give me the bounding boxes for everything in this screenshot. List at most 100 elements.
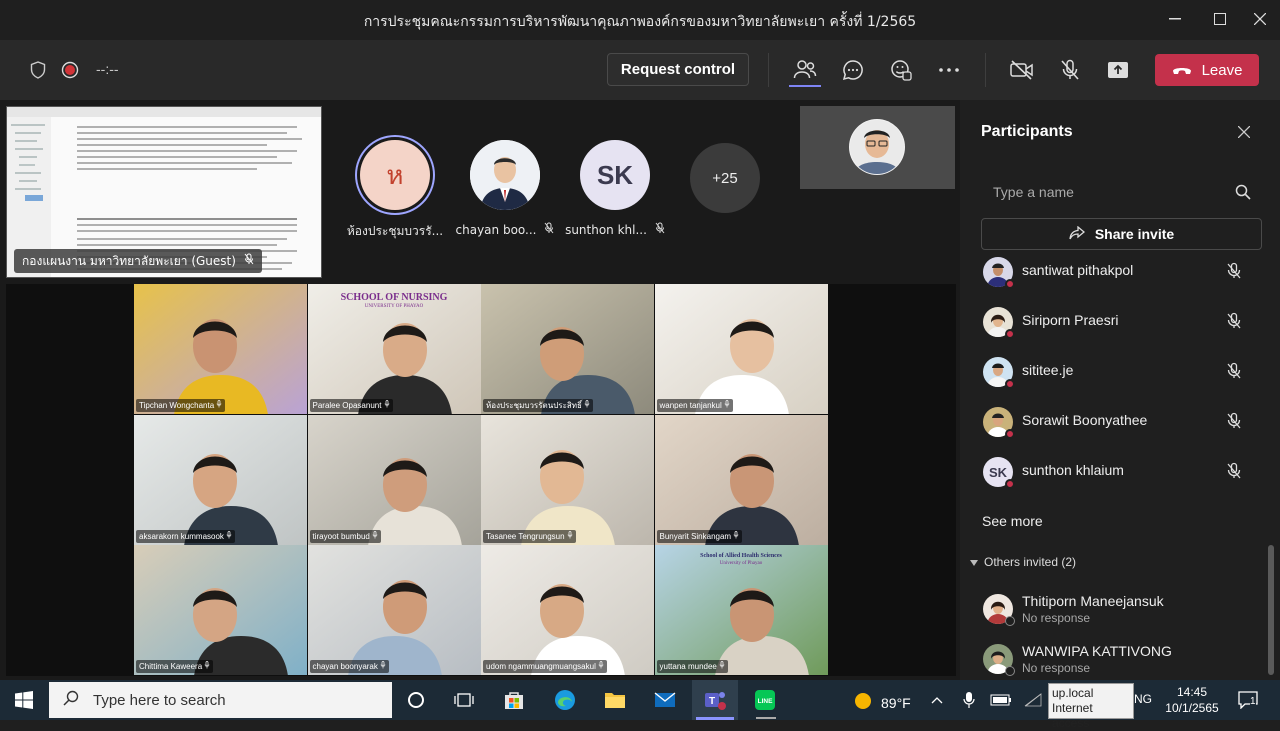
search-icon <box>63 690 79 710</box>
task-view-icon[interactable] <box>452 688 476 712</box>
video-tile[interactable]: Tipchan Wongchanta <box>134 284 307 414</box>
mic-off-icon <box>372 530 378 541</box>
close-icon[interactable] <box>1232 120 1256 144</box>
participant-row[interactable]: sititee.je <box>981 353 1261 393</box>
mic-off-icon <box>724 400 730 410</box>
maximize-button[interactable] <box>1200 0 1240 38</box>
reactions-icon[interactable] <box>887 56 915 84</box>
svg-text:LINE: LINE <box>758 698 773 705</box>
line-app-icon[interactable]: LINE <box>753 688 777 712</box>
participant-row[interactable]: Siriporn Praesri <box>981 303 1261 343</box>
mic-off-icon <box>380 661 386 671</box>
mic-off-icon <box>226 530 232 541</box>
search-input[interactable] <box>981 175 1261 209</box>
network-icon[interactable] <box>1021 688 1045 712</box>
video-tile-name: wanpen tanjankul <box>656 399 733 412</box>
participant-search <box>981 175 1261 209</box>
clock-time: 14:45 <box>1176 685 1208 699</box>
mail-icon[interactable] <box>653 688 677 712</box>
participant-video <box>307 414 481 545</box>
battery-icon[interactable] <box>989 688 1013 712</box>
others-invited-header[interactable]: Others invited (2) <box>970 555 1076 569</box>
video-tile-name: Tipchan Wongchanta <box>136 399 226 412</box>
participant-video <box>134 414 307 545</box>
participants-icon[interactable] <box>791 56 819 84</box>
video-tile[interactable]: ห้องประชุมบวรรัตนประสิทธิ์ <box>481 284 654 414</box>
video-tile[interactable]: chayan boonyarak <box>307 545 481 675</box>
participant-name: sititee.je <box>1022 362 1074 378</box>
avatar: ห <box>360 140 430 210</box>
mic-off-icon <box>584 400 590 410</box>
tile-caption: SCHOOL OF NURSING <box>340 292 448 303</box>
mic-off-icon <box>544 222 554 237</box>
tooltip-line: Internet access <box>1052 701 1093 730</box>
taskbar-search[interactable]: Type here to search <box>49 682 392 718</box>
participant-row[interactable]: santiwat pithakpol <box>981 253 1261 293</box>
avatar-tile-meeting-room[interactable]: ห ห้องประชุมบวรรั... <box>340 140 450 241</box>
request-control-button[interactable]: Request control <box>607 53 749 86</box>
video-tile-name: yuttana mundee <box>656 660 729 673</box>
video-tile[interactable]: SCHOOL OF NURSING UNIVERSITY OF PHAYAO Par… <box>307 284 481 414</box>
taskbar-clock[interactable]: 14:45 10/1/2565 <box>1160 684 1224 716</box>
microphone-icon[interactable] <box>957 688 981 712</box>
participant-row[interactable]: SK sunthon khlaium <box>981 453 1261 493</box>
avatar-tile-sunthon[interactable]: SK sunthon khl... <box>560 140 670 237</box>
participant-video <box>654 414 828 545</box>
more-participants-tile[interactable]: +25 <box>670 143 780 213</box>
mic-off-icon <box>244 249 254 273</box>
search-icon[interactable] <box>1235 184 1251 203</box>
participant-video <box>134 545 307 675</box>
sun-icon <box>853 691 873 714</box>
notifications-icon[interactable]: 1 <box>1236 688 1260 712</box>
video-tile[interactable]: wanpen tanjankul <box>654 284 828 414</box>
video-tile[interactable]: Tasanee Tengrungsun <box>481 414 654 545</box>
video-tile[interactable]: aksarakorn kummasook <box>134 414 307 545</box>
minimize-button[interactable] <box>1155 0 1195 38</box>
mic-off-icon <box>216 400 222 410</box>
participant-row[interactable]: Sorawit Boonyathee <box>981 403 1261 443</box>
participant-video <box>307 545 481 675</box>
panel-scrollbar[interactable] <box>1268 545 1274 675</box>
window-title: การประชุมคณะกรรมการบริหารพัฒนาคุณภาพองค์… <box>363 14 917 30</box>
teams-icon[interactable]: T <box>703 688 727 712</box>
camera-off-icon[interactable] <box>1008 56 1036 84</box>
participant-video <box>481 545 654 675</box>
overflow-count: +25 <box>690 143 760 213</box>
file-explorer-icon[interactable] <box>603 688 627 712</box>
video-tile[interactable]: tirayoot bumbud <box>307 414 481 545</box>
participant-name: Sorawit Boonyathee <box>1022 412 1148 428</box>
avatar: SK <box>580 140 650 210</box>
invited-row[interactable]: WANWIPA KATTIVONG No response <box>981 640 1261 684</box>
edge-icon[interactable] <box>553 688 577 712</box>
mic-off-icon <box>1226 362 1246 382</box>
share-invite-button[interactable]: Share invite <box>981 218 1262 250</box>
shield-icon[interactable] <box>24 56 52 84</box>
store-icon[interactable] <box>502 688 526 712</box>
cortana-icon[interactable] <box>404 688 428 712</box>
leave-button[interactable]: Leave <box>1155 54 1259 86</box>
windows-start-icon[interactable] <box>12 688 36 712</box>
mic-off-icon <box>1226 412 1246 432</box>
network-tooltip: up.local Internet access <box>1048 683 1134 730</box>
self-view[interactable] <box>800 106 955 189</box>
video-tile[interactable]: Bunyarit Sinkangam <box>654 414 828 545</box>
avatar-tile-chayan[interactable]: chayan boo... <box>450 140 560 237</box>
see-more-link[interactable]: See more <box>982 513 1043 529</box>
share-screen-icon[interactable] <box>1104 56 1132 84</box>
chat-icon[interactable] <box>839 56 867 84</box>
more-options-icon[interactable] <box>935 56 963 84</box>
avatar-name: chayan boo... <box>455 222 537 237</box>
close-window-button[interactable] <box>1240 0 1280 38</box>
video-tile[interactable]: udom ngammuangmuangsakul <box>481 545 654 675</box>
input-language[interactable]: NG <box>1134 692 1152 706</box>
status-badge <box>1005 429 1015 439</box>
weather-widget[interactable]: 89°F <box>853 691 911 714</box>
mic-off-icon[interactable] <box>1056 56 1084 84</box>
video-tile-name: Chittima Kaweera <box>136 660 214 673</box>
video-tile-name: chayan boonyarak <box>309 660 390 673</box>
video-tile[interactable]: School of Allied Health Sciences Universi… <box>654 545 828 675</box>
chevron-up-icon[interactable] <box>925 688 949 712</box>
video-tile[interactable]: Chittima Kaweera <box>134 545 307 675</box>
toolbar-divider <box>768 53 769 87</box>
invited-row[interactable]: Thitiporn Maneejansuk No response <box>981 590 1261 634</box>
